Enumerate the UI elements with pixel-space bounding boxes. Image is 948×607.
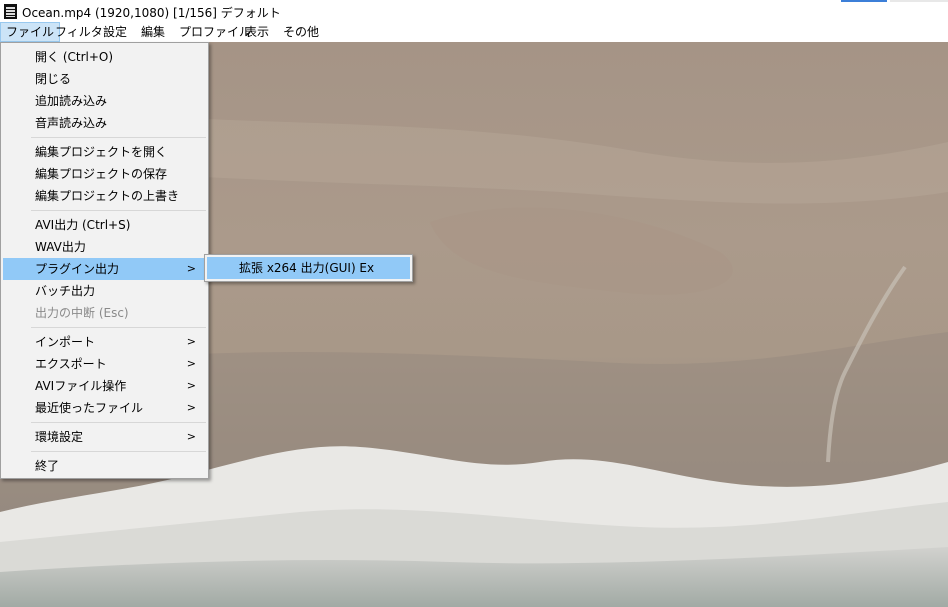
plugin-output-submenu: 拡張 x264 出力(GUI) Ex	[204, 254, 413, 282]
menu-separator	[31, 422, 206, 423]
menu-edit[interactable]: 編集	[135, 22, 171, 42]
window-control-button[interactable]	[841, 0, 887, 2]
menu-item-avi-output[interactable]: AVI出力 (Ctrl+S)	[3, 214, 206, 236]
menu-separator	[31, 327, 206, 328]
chevron-right-icon: >	[186, 430, 196, 443]
menu-item-import[interactable]: インポート >	[3, 331, 206, 353]
menu-item-label: 追加読み込み	[35, 94, 108, 108]
menu-item-batch-output[interactable]: バッチ出力	[3, 280, 206, 302]
menu-item-label: AVIファイル操作	[35, 379, 127, 393]
menu-item-label: エクスポート	[35, 357, 107, 371]
chevron-right-icon: >	[186, 401, 196, 414]
menu-item-save-project[interactable]: 編集プロジェクトの保存	[3, 163, 206, 185]
menu-item-label: WAV出力	[35, 240, 86, 254]
menu-item-overwrite-project[interactable]: 編集プロジェクトの上書き	[3, 185, 206, 207]
menu-item-label: インポート	[35, 335, 96, 349]
menu-item-label: 最近使ったファイル	[35, 401, 144, 415]
chevron-right-icon: >	[186, 262, 196, 275]
window-control-button[interactable]	[890, 0, 948, 2]
menu-item-abort-output: 出力の中断 (Esc)	[3, 302, 206, 324]
filmstrip-icon	[4, 4, 17, 19]
menu-item-label: 編集プロジェクトを開く	[35, 145, 168, 159]
menu-other[interactable]: その他	[277, 22, 325, 42]
menu-item-append-load[interactable]: 追加読み込み	[3, 90, 206, 112]
menu-separator	[31, 210, 206, 211]
chevron-right-icon: >	[186, 357, 196, 370]
menu-item-label: 終了	[35, 459, 60, 473]
menu-item-export[interactable]: エクスポート >	[3, 353, 206, 375]
menu-item-label: バッチ出力	[35, 284, 96, 298]
menu-item-label: AVI出力 (Ctrl+S)	[35, 218, 131, 232]
menu-separator	[31, 137, 206, 138]
menu-item-label: 編集プロジェクトの上書き	[35, 189, 180, 203]
menu-item-label: 出力の中断 (Esc)	[35, 306, 129, 320]
menu-item-recent-files[interactable]: 最近使ったファイル >	[3, 397, 206, 419]
menu-view[interactable]: 表示	[239, 22, 275, 42]
menu-item-open[interactable]: 開く (Ctrl+O)	[3, 46, 206, 68]
menu-item-plugin-output[interactable]: プラグイン出力 >	[3, 258, 206, 280]
menu-item-label: プラグイン出力	[35, 262, 120, 276]
menu-item-avi-file-ops[interactable]: AVIファイル操作 >	[3, 375, 206, 397]
submenu-item-x264-gui-ex[interactable]: 拡張 x264 出力(GUI) Ex	[207, 257, 410, 279]
file-menu-dropdown: 開く (Ctrl+O) 閉じる 追加読み込み 音声読み込み 編集プロジェクトを開…	[0, 42, 209, 479]
chevron-right-icon: >	[186, 335, 196, 348]
menu-item-label: 開く (Ctrl+O)	[35, 50, 114, 64]
menu-item-label: 閉じる	[35, 72, 72, 86]
title-bar: Ocean.mp4 (1920,1080) [1/156] デフォルト	[0, 0, 948, 22]
chevron-right-icon: >	[186, 379, 196, 392]
menu-item-label: 拡張 x264 出力(GUI) Ex	[239, 261, 375, 275]
menu-item-label: 音声読み込み	[35, 116, 108, 130]
menu-item-open-project[interactable]: 編集プロジェクトを開く	[3, 141, 206, 163]
menu-item-wav-output[interactable]: WAV出力	[3, 236, 206, 258]
menu-item-label: 環境設定	[35, 430, 84, 444]
menu-item-close[interactable]: 閉じる	[3, 68, 206, 90]
menu-separator	[31, 451, 206, 452]
menu-item-exit[interactable]: 終了	[3, 455, 206, 477]
menu-settings[interactable]: 設定	[97, 22, 133, 42]
menu-bar: ファイル フィルタ 設定 編集 プロファイル 表示 その他	[0, 22, 948, 42]
menu-item-label: 編集プロジェクトの保存	[35, 167, 168, 181]
menu-item-preferences[interactable]: 環境設定 >	[3, 426, 206, 448]
menu-item-audio-load[interactable]: 音声読み込み	[3, 112, 206, 134]
window-title: Ocean.mp4 (1920,1080) [1/156] デフォルト	[22, 6, 281, 20]
